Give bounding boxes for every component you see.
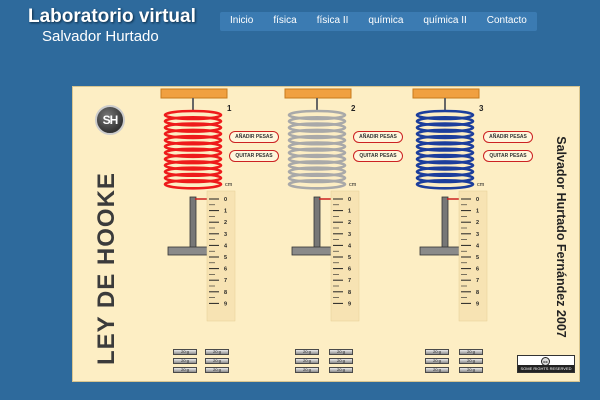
ceiling-support-3 bbox=[412, 88, 480, 99]
ruler-label: 0 bbox=[476, 197, 479, 203]
ruler-label: 0 bbox=[224, 197, 227, 203]
ruler-label: 5 bbox=[224, 255, 227, 261]
plunger-rod-3 bbox=[441, 196, 449, 250]
spring-coil bbox=[415, 179, 475, 190]
ruler-label: 6 bbox=[348, 267, 351, 273]
weight-20g[interactable]: 20 g bbox=[425, 349, 449, 355]
ruler-label: 3 bbox=[224, 232, 227, 238]
add-weights-button-2[interactable]: AÑADIR PESAS bbox=[353, 131, 403, 143]
weight-20g[interactable]: 20 g bbox=[205, 367, 229, 373]
spring-rig-2: 2cm0123456789 bbox=[284, 88, 360, 322]
spring-number-3: 3 bbox=[479, 104, 484, 113]
ruler-label: 1 bbox=[348, 209, 351, 215]
ruler-label: 7 bbox=[476, 278, 479, 284]
remove-weights-button-3[interactable]: QUITAR PESAS bbox=[483, 150, 533, 162]
ruler-label: 3 bbox=[348, 232, 351, 238]
ruler-label: 1 bbox=[224, 209, 227, 215]
spring-number-1: 1 bbox=[227, 104, 232, 113]
weight-20g[interactable]: 20 g bbox=[295, 367, 319, 373]
ruler-label: 9 bbox=[224, 301, 227, 307]
ruler-label: 7 bbox=[224, 278, 227, 284]
ceiling-support-1 bbox=[160, 88, 228, 99]
weight-20g[interactable]: 20 g bbox=[205, 358, 229, 364]
nav-fisica-2[interactable]: física II bbox=[307, 12, 359, 31]
nav-fisica[interactable]: física bbox=[263, 12, 306, 31]
add-weights-button-3[interactable]: AÑADIR PESAS bbox=[483, 131, 533, 143]
weight-20g[interactable]: 20 g bbox=[329, 349, 353, 355]
ruler-label: 2 bbox=[348, 220, 351, 226]
spring-coil bbox=[287, 179, 347, 190]
spring-rig-3: 3cm0123456789 bbox=[412, 88, 488, 322]
remove-weights-button-1[interactable]: QUITAR PESAS bbox=[229, 150, 279, 162]
hooke-simulation-panel: SH LEY DE HOOKE Salvador Hurtado Fernánd… bbox=[72, 86, 580, 382]
ruler-label: 8 bbox=[476, 290, 479, 296]
remove-weights-button-2[interactable]: QUITAR PESAS bbox=[353, 150, 403, 162]
ruler-label: 2 bbox=[476, 220, 479, 226]
nav-inicio[interactable]: Inicio bbox=[220, 12, 263, 31]
weight-20g[interactable]: 20 g bbox=[425, 358, 449, 364]
weight-20g[interactable]: 20 g bbox=[329, 358, 353, 364]
ruler-unit: cm bbox=[349, 182, 357, 188]
ruler-label: 2 bbox=[224, 220, 227, 226]
weight-20g[interactable]: 20 g bbox=[205, 349, 229, 355]
plunger-rod-1 bbox=[189, 196, 197, 250]
license-text: SOME RIGHTS RESERVED bbox=[518, 365, 574, 372]
ruler-label: 8 bbox=[224, 290, 227, 296]
weight-20g[interactable]: 20 g bbox=[329, 367, 353, 373]
ruler-label: 1 bbox=[476, 209, 479, 215]
ruler-label: 9 bbox=[348, 301, 351, 307]
ruler-label: 5 bbox=[476, 255, 479, 261]
spring-coil bbox=[163, 179, 223, 190]
nav-contacto[interactable]: Contacto bbox=[477, 12, 537, 31]
weight-20g[interactable]: 20 g bbox=[459, 367, 483, 373]
ruler-unit: cm bbox=[225, 182, 233, 188]
spring-number-2: 2 bbox=[351, 104, 356, 113]
ruler-label: 9 bbox=[476, 301, 479, 307]
weight-20g[interactable]: 20 g bbox=[459, 349, 483, 355]
site-subtitle: Salvador Hurtado bbox=[42, 28, 159, 45]
main-nav: Inicio física física II química química … bbox=[220, 12, 537, 31]
weight-20g[interactable]: 20 g bbox=[295, 358, 319, 364]
ruler-label: 5 bbox=[348, 255, 351, 261]
ruler-label: 8 bbox=[348, 290, 351, 296]
weight-20g[interactable]: 20 g bbox=[295, 349, 319, 355]
ceiling-support-2 bbox=[284, 88, 352, 99]
weight-20g[interactable]: 20 g bbox=[173, 358, 197, 364]
nav-quimica[interactable]: química bbox=[358, 12, 413, 31]
ruler-unit: cm bbox=[477, 182, 485, 188]
weight-20g[interactable]: 20 g bbox=[173, 349, 197, 355]
license-badge[interactable]: cc SOME RIGHTS RESERVED bbox=[517, 355, 575, 373]
spring-rig-1: 1cm0123456789 bbox=[160, 88, 236, 322]
add-weights-button-1[interactable]: AÑADIR PESAS bbox=[229, 131, 279, 143]
weight-20g[interactable]: 20 g bbox=[173, 367, 197, 373]
ruler-label: 7 bbox=[348, 278, 351, 284]
weight-20g[interactable]: 20 g bbox=[459, 358, 483, 364]
ruler-label: 6 bbox=[224, 267, 227, 273]
weight-20g[interactable]: 20 g bbox=[425, 367, 449, 373]
nav-quimica-2[interactable]: química II bbox=[413, 12, 476, 31]
site-title: Laboratorio virtual bbox=[28, 6, 196, 27]
ruler-label: 3 bbox=[476, 232, 479, 238]
plunger-rod-2 bbox=[313, 196, 321, 250]
ruler-label: 6 bbox=[476, 267, 479, 273]
ruler-label: 0 bbox=[348, 197, 351, 203]
